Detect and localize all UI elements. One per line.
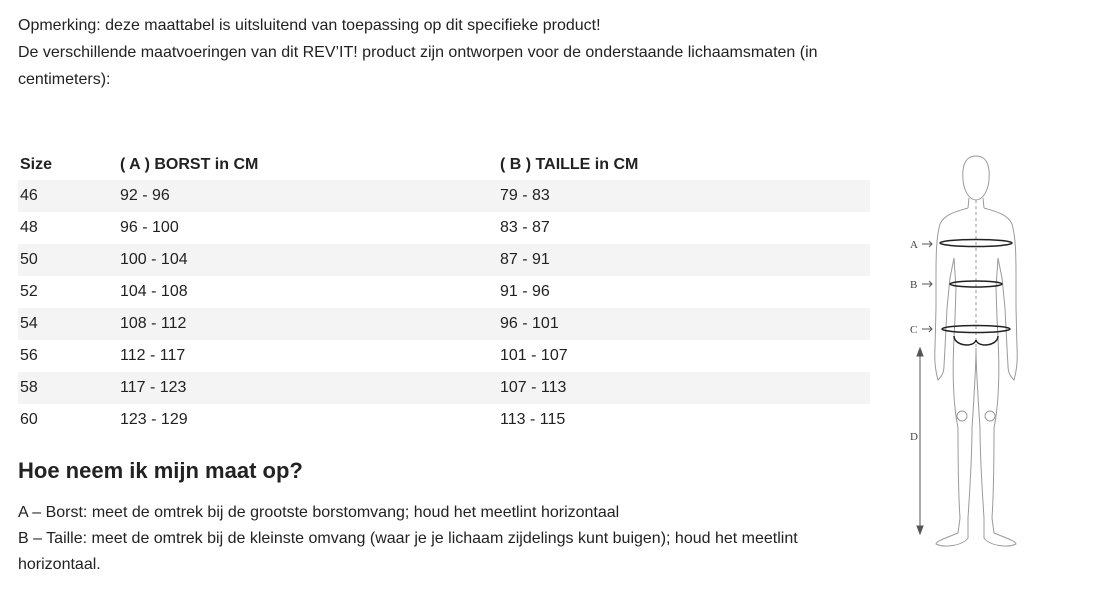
figure-right-arm — [983, 207, 1018, 381]
size-cell: 46 — [20, 187, 38, 204]
figure-left-knee — [956, 410, 968, 422]
size-cell: 56 — [20, 347, 38, 364]
size-table: Size ( A ) BORST in CM ( B ) TAILLE in C… — [18, 150, 870, 436]
label-b: B — [910, 279, 917, 291]
table-row: 46 92 - 96 79 - 83 — [18, 180, 870, 212]
table-row: 56 112 - 117 101 - 107 — [18, 340, 870, 372]
label-a: A — [910, 239, 918, 251]
waist-cell: 113 - 115 — [500, 411, 566, 428]
size-cell: 50 — [20, 251, 38, 268]
inseam-band — [953, 335, 999, 346]
chest-cell: 100 - 104 — [120, 251, 188, 268]
label-c: C — [910, 324, 917, 336]
instruction-chest: A – Borst: meet de omtrek bij de grootst… — [18, 504, 620, 521]
waist-cell: 83 - 87 — [500, 219, 550, 236]
inseam-arrow-bottom — [916, 525, 924, 536]
waist-cell: 87 - 91 — [500, 251, 550, 268]
figure-right-knee — [984, 410, 996, 422]
chest-cell: 108 - 112 — [120, 315, 187, 332]
chest-cell: 112 - 117 — [120, 347, 186, 364]
header-chest: ( A ) BORST in CM — [120, 156, 259, 173]
table-row: 48 96 - 100 83 - 87 — [18, 212, 870, 244]
arrow-c-icon — [922, 325, 933, 333]
intro-description: De verschillende maatvoeringen van dit R… — [18, 44, 818, 88]
arrow-a-icon — [922, 240, 933, 248]
intro-note: Opmerking: deze maattabel is uitsluitend… — [18, 17, 601, 34]
size-cell: 58 — [20, 379, 38, 396]
size-cell: 52 — [20, 283, 38, 300]
size-cell: 48 — [20, 219, 38, 236]
arrow-b-icon — [922, 280, 933, 288]
table-row: 50 100 - 104 87 - 91 — [18, 244, 870, 276]
chest-cell: 123 - 129 — [120, 411, 188, 428]
figure-left-arm — [934, 207, 969, 381]
figure-left-leg — [935, 337, 977, 547]
figure-right-leg — [975, 337, 1017, 547]
header-size: Size — [20, 156, 53, 173]
size-cell: 60 — [20, 411, 38, 428]
measure-instructions: A – Borst: meet de omtrek bij de grootst… — [18, 500, 858, 578]
waist-cell: 91 - 96 — [500, 283, 550, 300]
howto-heading: Hoe neem ik mijn maat op? — [18, 458, 303, 483]
chest-cell: 92 - 96 — [120, 187, 170, 204]
instruction-waist: B – Taille: meet de omtrek bij de kleins… — [18, 530, 798, 573]
chest-cell: 96 - 100 — [120, 219, 179, 236]
table-row: 58 117 - 123 107 - 113 — [18, 372, 870, 404]
table-row: 60 123 - 129 113 - 115 — [18, 404, 870, 436]
label-d: D — [910, 431, 918, 443]
inseam-arrow-top — [916, 346, 924, 357]
size-cell: 54 — [20, 315, 38, 332]
body-figure-icon: A B C D — [910, 155, 1018, 547]
table-row: 54 108 - 112 96 - 101 — [18, 308, 870, 340]
header-waist: ( B ) TAILLE in CM — [500, 156, 639, 173]
intro-text: Opmerking: deze maattabel is uitsluitend… — [18, 12, 878, 93]
chest-cell: 104 - 108 — [120, 283, 188, 300]
waist-cell: 101 - 107 — [500, 347, 568, 364]
chest-cell: 117 - 123 — [120, 379, 187, 396]
waist-cell: 79 - 83 — [500, 187, 550, 204]
waist-cell: 107 - 113 — [500, 379, 567, 396]
waist-cell: 96 - 101 — [500, 315, 559, 332]
table-header-row: Size ( A ) BORST in CM ( B ) TAILLE in C… — [18, 150, 870, 180]
body-measurement-figure: A B C D — [900, 148, 1060, 558]
figure-head — [962, 155, 990, 201]
table-row: 52 104 - 108 91 - 96 — [18, 276, 870, 308]
